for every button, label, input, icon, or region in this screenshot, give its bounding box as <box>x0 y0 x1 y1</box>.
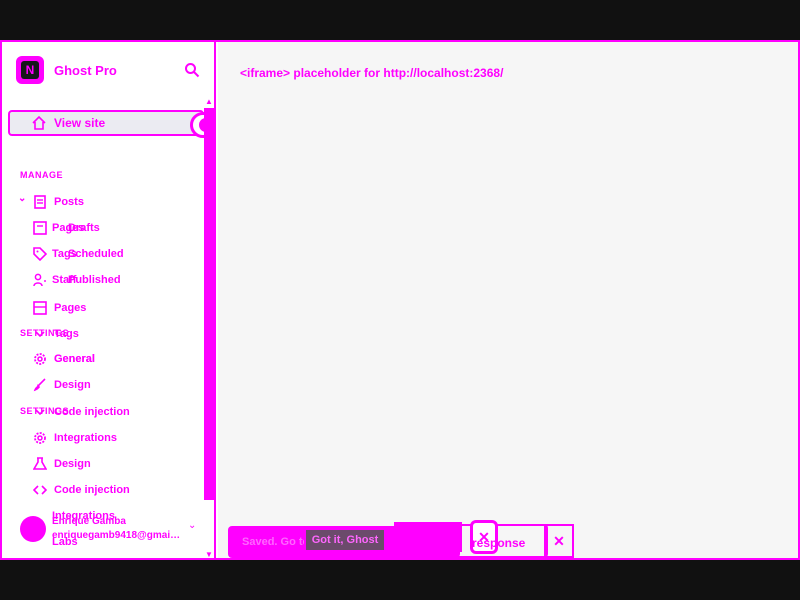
chevron-down-icon[interactable]: ⌄ <box>18 193 26 204</box>
nav-item-design[interactable]: Design <box>32 375 91 395</box>
nav-label-design: Design <box>54 379 91 391</box>
nav-item-posts[interactable]: Posts <box>32 192 84 212</box>
overlap-label-general: General <box>54 353 95 365</box>
sidebar: N Ghost Pro View site ▲ ▼ MANAGE ⌄ Posts… <box>2 42 216 558</box>
user-menu[interactable]: Enrique Gamba enriquegamb9418@gmail.com … <box>16 516 206 550</box>
nav-label-integrations: Integrations <box>54 432 117 444</box>
tag-icon <box>32 246 48 262</box>
code-icon <box>32 482 48 498</box>
nav-item-scheduled[interactable]: Scheduled <box>32 244 124 264</box>
nav-item-code-injection-2[interactable]: Code injection <box>32 480 130 500</box>
overlap-label-pages: Pages <box>52 222 85 234</box>
gear-icon <box>32 430 48 446</box>
staff-icon <box>32 272 48 288</box>
flask-icon <box>32 456 48 472</box>
nav-label-pages: Pages <box>54 302 87 314</box>
user-email: enriquegamb9418@gmail.com <box>52 530 182 541</box>
close-icon[interactable]: ✕ <box>544 524 574 558</box>
section-manage: MANAGE <box>20 170 63 180</box>
nav-label-code-injection: Code injection <box>54 406 130 418</box>
iframe-placeholder: <iframe> placeholder for http://localhos… <box>240 66 504 80</box>
overlap-label-tags: Tags <box>52 248 77 260</box>
scroll-up-arrow-icon[interactable]: ▲ <box>205 97 213 106</box>
view-site-link[interactable]: View site <box>8 110 204 136</box>
nav-item-integrations[interactable]: Integrations <box>32 428 117 448</box>
nav-item-labs[interactable]: Design <box>32 454 91 474</box>
bottom-black-bar <box>0 560 800 600</box>
site-logo: N <box>16 56 44 84</box>
pages-icon <box>32 220 48 236</box>
nav-label-posts: Posts <box>54 196 84 208</box>
nav-label-tags: Tags <box>54 328 79 340</box>
gear-icon <box>32 351 48 367</box>
pages-icon <box>32 300 48 316</box>
main-content: <iframe> placeholder for http://localhos… <box>218 42 798 558</box>
top-black-bar <box>0 0 800 40</box>
avatar <box>20 516 46 542</box>
chevron-down-icon[interactable]: ⌄ <box>188 520 196 531</box>
response-label: response <box>472 536 526 550</box>
toast-action-button[interactable]: Got it, Ghost <box>304 528 386 552</box>
posts-icon <box>32 194 48 210</box>
nav-label-code-injection-2: Code injection <box>54 484 130 496</box>
user-name: Enrique Gamba <box>52 516 126 527</box>
admin-window: N Ghost Pro View site ▲ ▼ MANAGE ⌄ Posts… <box>0 40 800 560</box>
sidebar-scrollbar[interactable] <box>204 108 214 500</box>
brush-icon <box>32 377 48 393</box>
site-name: Ghost Pro <box>54 62 117 78</box>
site-logo-letter: N <box>21 61 39 79</box>
toast-highlight <box>394 522 462 552</box>
nav-item-tags[interactable]: Tags <box>32 324 79 344</box>
search-icon[interactable] <box>184 62 202 80</box>
chevron-down-icon <box>32 326 48 342</box>
chevron-down-icon <box>32 404 48 420</box>
nav-label-labs: Design <box>54 458 91 470</box>
view-site-label: View site <box>54 116 106 130</box>
home-icon <box>32 115 46 133</box>
nav-item-code-injection[interactable]: Code injection <box>32 402 130 422</box>
scroll-down-arrow-icon[interactable]: ▼ <box>205 550 213 558</box>
nav-item-pages[interactable]: Pages <box>32 298 86 318</box>
overlap-label-staff: Staff <box>52 274 77 286</box>
brand[interactable]: N Ghost Pro <box>16 56 117 84</box>
